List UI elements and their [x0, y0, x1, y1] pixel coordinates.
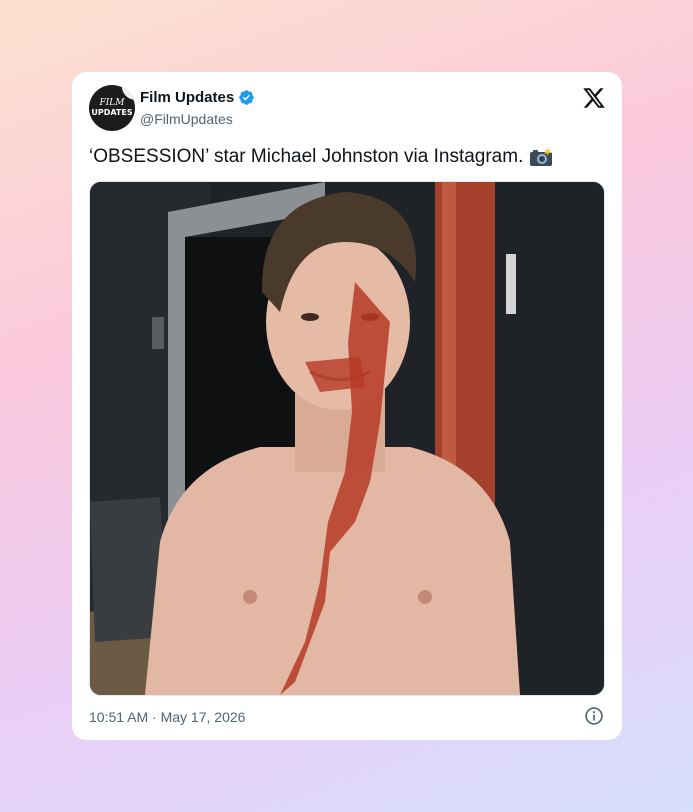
x-logo-icon[interactable] [582, 86, 606, 110]
tweet-card[interactable]: FILM UPDATES Film Updates @FilmUpdates ‘… [72, 72, 622, 740]
avatar-logo-line2: UPDATES [91, 108, 133, 117]
author-name-row[interactable]: Film Updates [140, 89, 255, 106]
author-handle[interactable]: @FilmUpdates [140, 111, 233, 127]
avatar-logo-line1: FILM [99, 98, 125, 108]
verified-badge-icon [239, 90, 254, 105]
photo-icon [90, 182, 604, 695]
tweet-photo[interactable] [89, 181, 605, 696]
camera-flash-icon [530, 147, 553, 166]
info-icon[interactable] [584, 706, 604, 726]
tweet-text: ‘OBSESSION’ star Michael Johnston via In… [89, 146, 553, 168]
display-name[interactable]: Film Updates [140, 89, 234, 106]
tweet-text-body: ‘OBSESSION’ star Michael Johnston via In… [89, 146, 524, 167]
avatar[interactable]: FILM UPDATES [89, 85, 135, 131]
tweet-timestamp[interactable]: 10:51 AM · May 17, 2026 [89, 709, 245, 725]
